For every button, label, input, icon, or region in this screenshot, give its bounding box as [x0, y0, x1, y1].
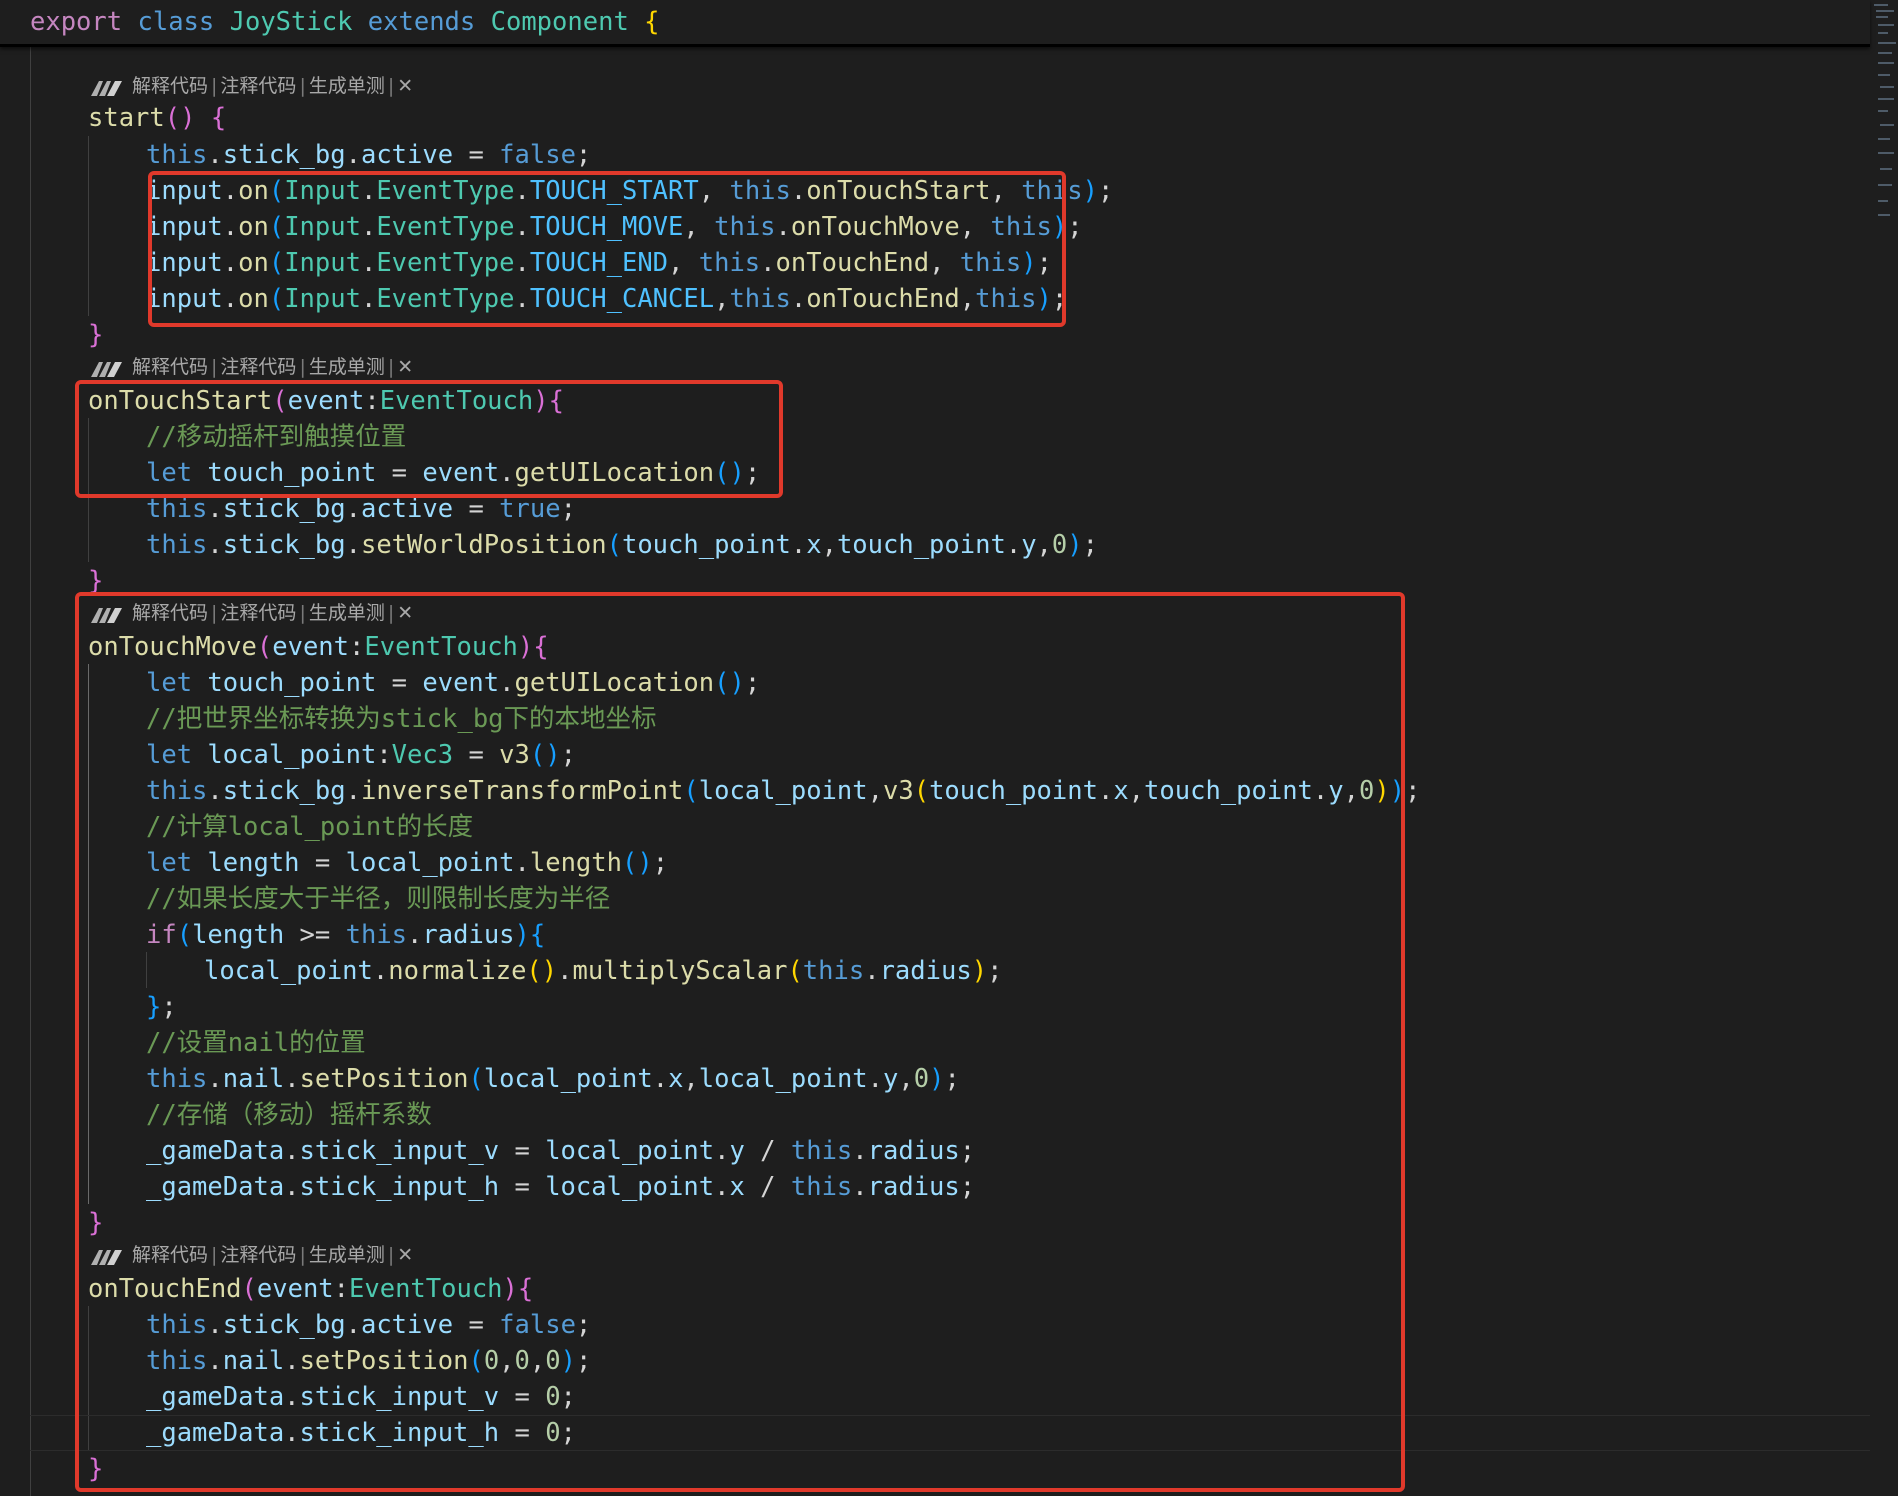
ai-assistant-logo-icon [91, 80, 122, 96]
indent-guide [30, 44, 31, 1496]
code-token: . [790, 530, 807, 560]
code-token: ; [575, 140, 592, 170]
code-token: this [146, 530, 208, 560]
separator: | [387, 75, 395, 97]
highlight-box-touchstart [75, 380, 783, 498]
code-token: start [88, 103, 165, 133]
code-token: . [207, 140, 223, 170]
code-token: active [360, 140, 454, 170]
codelens-bar: 解释代码 | 注释代码 | 生成单测 | ✕ [90, 352, 413, 382]
code-token: . [207, 530, 223, 560]
generate-unit-test-action[interactable]: 生成单测 [309, 75, 385, 97]
code-token: { [644, 7, 660, 37]
code-token: true [499, 494, 561, 524]
code-token: this [146, 494, 208, 524]
code-token: . [207, 494, 223, 524]
comment-code-action[interactable]: 注释代码 [220, 75, 296, 97]
minimap[interactable] [1870, 0, 1898, 240]
code-token: JoyStick [229, 7, 353, 37]
code-token: ; [1097, 176, 1114, 206]
code-token: . [345, 530, 361, 560]
code-token: , [1036, 530, 1052, 560]
separator: | [387, 356, 395, 378]
comment-code-action[interactable]: 注释代码 [220, 356, 296, 378]
code-token: . [345, 494, 361, 524]
code-token: () [164, 103, 196, 133]
code-token: = [453, 140, 500, 170]
ai-assistant-logo-icon [91, 361, 122, 377]
close-icon[interactable]: ✕ [397, 356, 413, 378]
code-line[interactable]: start() { [88, 100, 226, 136]
separator: | [211, 75, 218, 97]
highlight-box-input-listeners [148, 171, 1066, 327]
code-token: setWorldPosition [360, 530, 607, 560]
indent-guide [88, 136, 89, 316]
code-token: Component [490, 7, 629, 37]
code-token: = [453, 494, 500, 524]
explain-code-action[interactable]: 解释代码 [132, 356, 208, 378]
code-token: false [499, 140, 576, 170]
code-token: stick_bg [222, 530, 346, 560]
sticky-class-declaration[interactable]: export class JoyStick extends Component … [30, 4, 660, 40]
code-token: 0 [1051, 530, 1068, 560]
code-line[interactable]: } [88, 317, 103, 353]
code-token: x [806, 530, 822, 560]
code-token: ; [1067, 212, 1083, 242]
code-token: ; [560, 494, 576, 524]
code-editor[interactable]: start() {this.stick_bg.active = false; in… [0, 0, 1898, 1496]
generate-unit-test-action[interactable]: 生成单测 [309, 356, 385, 378]
highlight-box-touchmove-touchend [75, 592, 1405, 1492]
code-token: extends [367, 7, 476, 37]
codelens-bar: 解释代码 | 注释代码 | 生成单测 | ✕ [90, 71, 413, 101]
code-token: , [821, 530, 837, 560]
code-token: { [210, 103, 227, 133]
code-token: } [88, 320, 104, 350]
code-token: ; [1405, 776, 1421, 806]
code-token: export [30, 7, 123, 37]
code-token: stick_bg [222, 140, 346, 170]
code-token: ; [1082, 530, 1098, 560]
code-token: this [146, 140, 208, 170]
code-line[interactable]: this.stick_bg.active = false; [146, 137, 591, 173]
code-token: ( [606, 530, 622, 560]
code-token: y [1021, 530, 1037, 560]
code-token: active [360, 494, 454, 524]
code-line[interactable]: this.stick_bg.setWorldPosition(touch_poi… [146, 527, 1098, 563]
code-token: class [137, 7, 215, 37]
code-token: stick_bg [222, 494, 346, 524]
separator: | [299, 356, 306, 378]
separator: | [211, 356, 218, 378]
code-token: touch_point [836, 530, 1006, 560]
close-icon[interactable]: ✕ [397, 75, 413, 97]
code-token: . [1005, 530, 1022, 560]
separator: | [299, 75, 306, 97]
code-token: ) [1082, 176, 1098, 206]
explain-code-action[interactable]: 解释代码 [132, 75, 208, 97]
sticky-scroll-header[interactable]: export class JoyStick extends Component … [0, 0, 1870, 47]
code-token: . [345, 140, 361, 170]
code-token: touch_point [621, 530, 791, 560]
code-token: ) [1067, 530, 1083, 560]
